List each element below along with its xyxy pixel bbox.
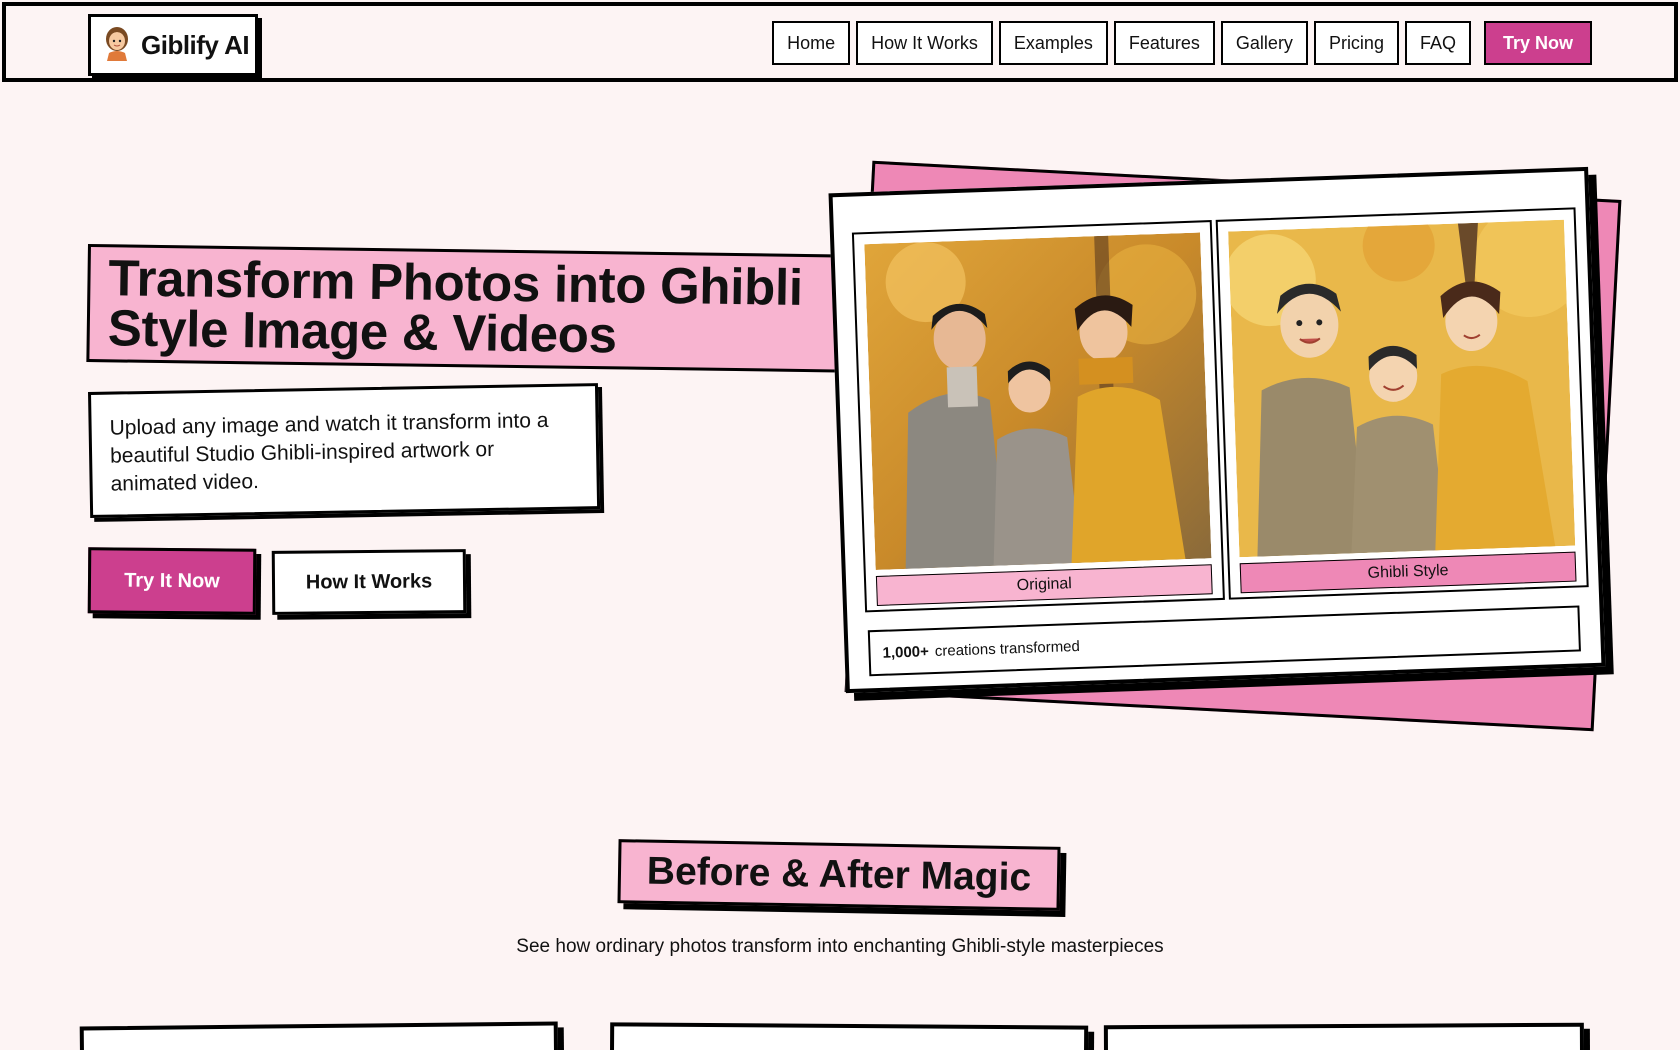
nav-home[interactable]: Home bbox=[772, 21, 851, 65]
hero-subtitle: Upload any image and watch it transform … bbox=[109, 406, 578, 498]
how-it-works-button[interactable]: How It Works bbox=[271, 549, 467, 615]
brand-logo[interactable]: Giblify AI bbox=[88, 14, 258, 76]
top-navbar: Giblify AI Home How It Works Examples Fe… bbox=[2, 2, 1678, 82]
example-card[interactable] bbox=[1103, 1022, 1585, 1050]
nav-pricing[interactable]: Pricing bbox=[1313, 21, 1399, 65]
nav-how-it-works[interactable]: How It Works bbox=[856, 21, 993, 65]
creations-count: 1,000+ bbox=[882, 642, 930, 662]
hero-subtitle-line-1: Upload any image and watch it transform … bbox=[109, 408, 549, 440]
nav-features[interactable]: Features bbox=[1113, 21, 1215, 65]
before-after-subtitle: See how ordinary photos transform into e… bbox=[516, 936, 1164, 957]
hero-subtitle-line-3: animated video. bbox=[110, 470, 260, 496]
original-photo-frame: Original bbox=[851, 220, 1225, 613]
ghibli-photo bbox=[1228, 219, 1576, 558]
example-card[interactable] bbox=[609, 1022, 1089, 1050]
nav-try-now-button[interactable]: Try Now bbox=[1483, 21, 1592, 65]
before-after-title: Before & After Magic bbox=[646, 849, 1032, 900]
hero-title-line-2: Style Image & Videos bbox=[107, 299, 618, 364]
before-after-title-box: Before & After Magic bbox=[617, 839, 1061, 911]
nav-faq[interactable]: FAQ bbox=[1404, 21, 1471, 65]
ghibli-photo-frame: Ghibli Style bbox=[1215, 207, 1589, 600]
hero-subtitle-box: Upload any image and watch it transform … bbox=[88, 383, 601, 518]
example-card[interactable] bbox=[79, 1021, 559, 1050]
original-photo bbox=[864, 232, 1212, 570]
hero-title-box: Transform Photos into Ghibli Style Image… bbox=[86, 244, 840, 373]
hero-title: Transform Photos into Ghibli Style Image… bbox=[107, 249, 836, 364]
hero-subtitle-line-2: beautiful Studio Ghibli-inspired artwork… bbox=[109, 437, 495, 468]
nav-examples[interactable]: Examples bbox=[998, 21, 1108, 65]
creations-stat-bar: 1,000+ creations transformed bbox=[867, 605, 1581, 677]
main-nav: Home How It Works Examples Features Gall… bbox=[772, 21, 1592, 65]
nav-gallery[interactable]: Gallery bbox=[1220, 21, 1308, 65]
try-it-now-button[interactable]: Try It Now bbox=[87, 547, 257, 615]
brand-name: Giblify AI bbox=[141, 29, 250, 60]
girl-avatar-icon bbox=[103, 25, 131, 66]
original-label: Original bbox=[875, 564, 1213, 606]
ghibli-style-label: Ghibli Style bbox=[1239, 551, 1577, 594]
creations-text: creations transformed bbox=[934, 637, 1081, 660]
showcase-card: Original Ghibli Style 1,000+ creations t… bbox=[828, 166, 1606, 694]
